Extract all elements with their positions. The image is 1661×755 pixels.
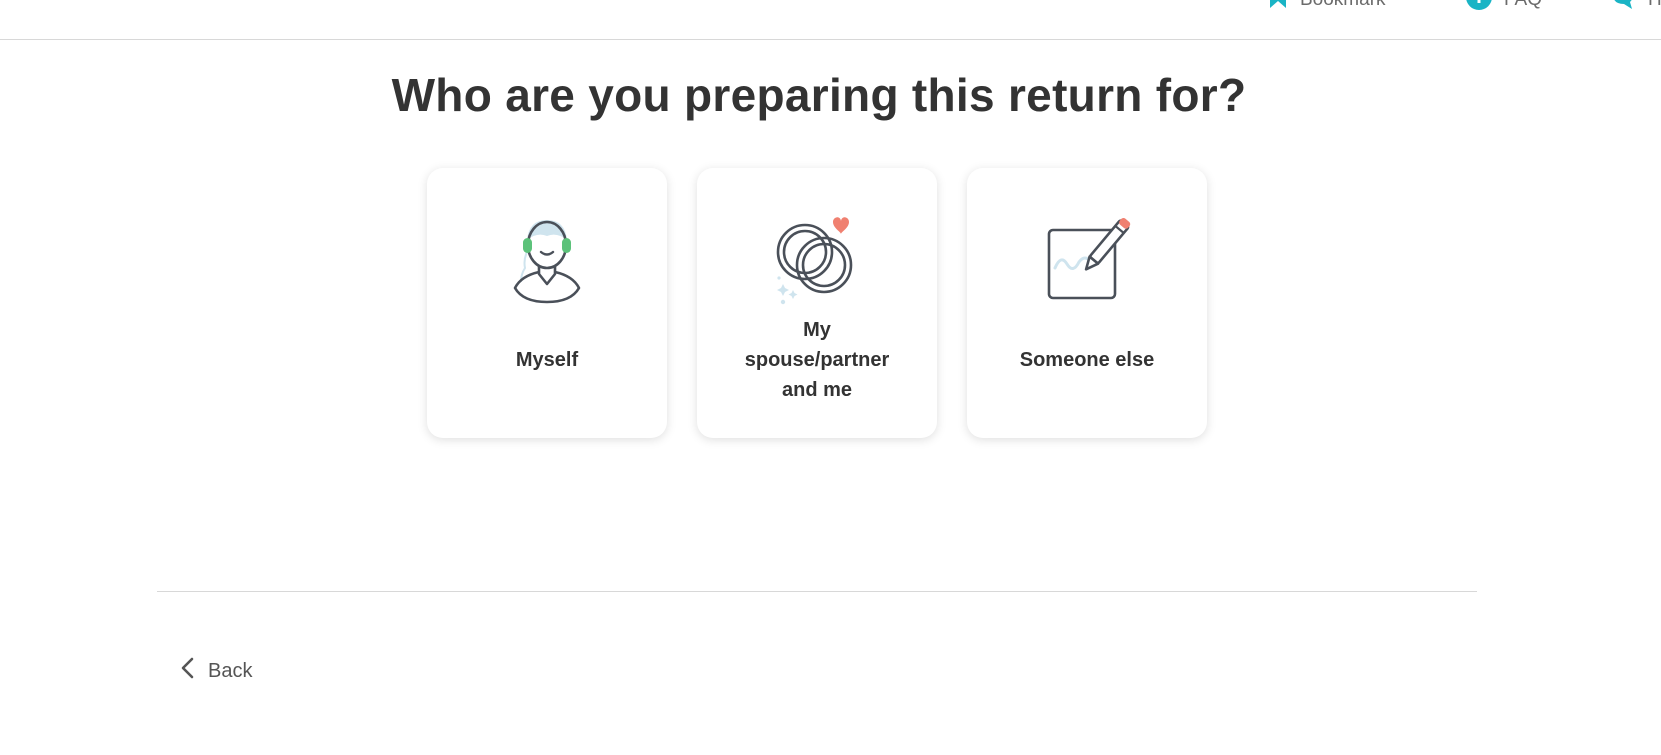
person-headset-icon — [513, 220, 581, 304]
back-button[interactable]: Back — [180, 657, 252, 685]
wedding-rings-icon — [776, 217, 853, 305]
option-label: Myself — [515, 349, 579, 371]
option-card-someone-else[interactable]: Someone else — [967, 168, 1207, 438]
page-title: Who are you preparing this return for? — [391, 69, 1247, 121]
option-card-spouse-partner[interactable]: My spouse/partner and me — [697, 168, 937, 438]
top-navigation-bar: Bookmark FAQ Help — [0, 0, 1661, 40]
back-label: Back — [208, 659, 253, 682]
option-cards: Myself My spouse/partner and me Someone … — [427, 168, 1207, 438]
option-label: Someone else — [1019, 349, 1155, 371]
chat-bubble-icon — [1610, 0, 1636, 16]
bookmark-label: Bookmark — [1300, 0, 1386, 11]
question-circle-icon — [1466, 0, 1492, 16]
faq-label: FAQ — [1504, 0, 1542, 11]
footer-divider — [157, 591, 1477, 592]
help-link[interactable]: Help — [1610, 0, 1661, 13]
option-card-myself[interactable]: Myself — [427, 168, 667, 438]
bookmark-link[interactable]: Bookmark — [1268, 0, 1386, 13]
option-label: My spouse/partner and me — [744, 319, 890, 401]
chevron-left-icon — [180, 657, 194, 685]
signature-pen-icon — [1047, 217, 1131, 300]
help-label: Help — [1648, 0, 1661, 11]
bookmark-icon — [1268, 0, 1288, 16]
faq-link[interactable]: FAQ — [1466, 0, 1542, 13]
